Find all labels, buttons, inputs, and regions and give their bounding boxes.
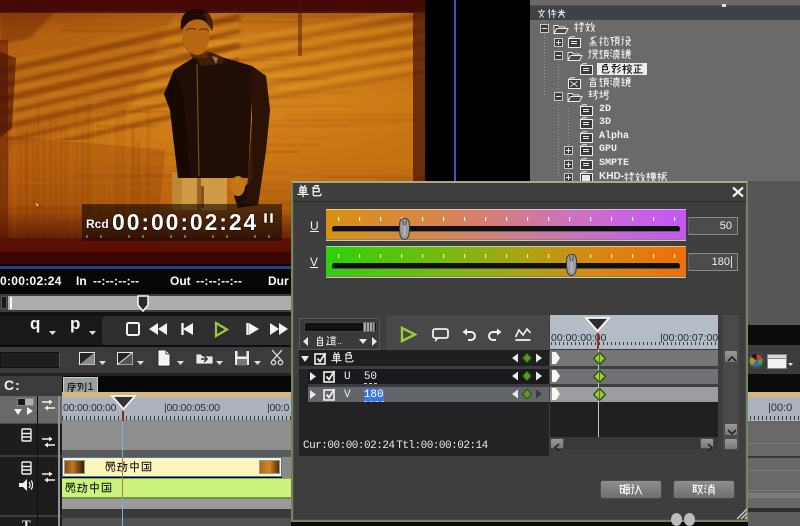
svg-text:Rcd: Rcd — [86, 217, 109, 231]
svg-text:00:00:02:24: 00:00:02:24 — [112, 209, 258, 235]
